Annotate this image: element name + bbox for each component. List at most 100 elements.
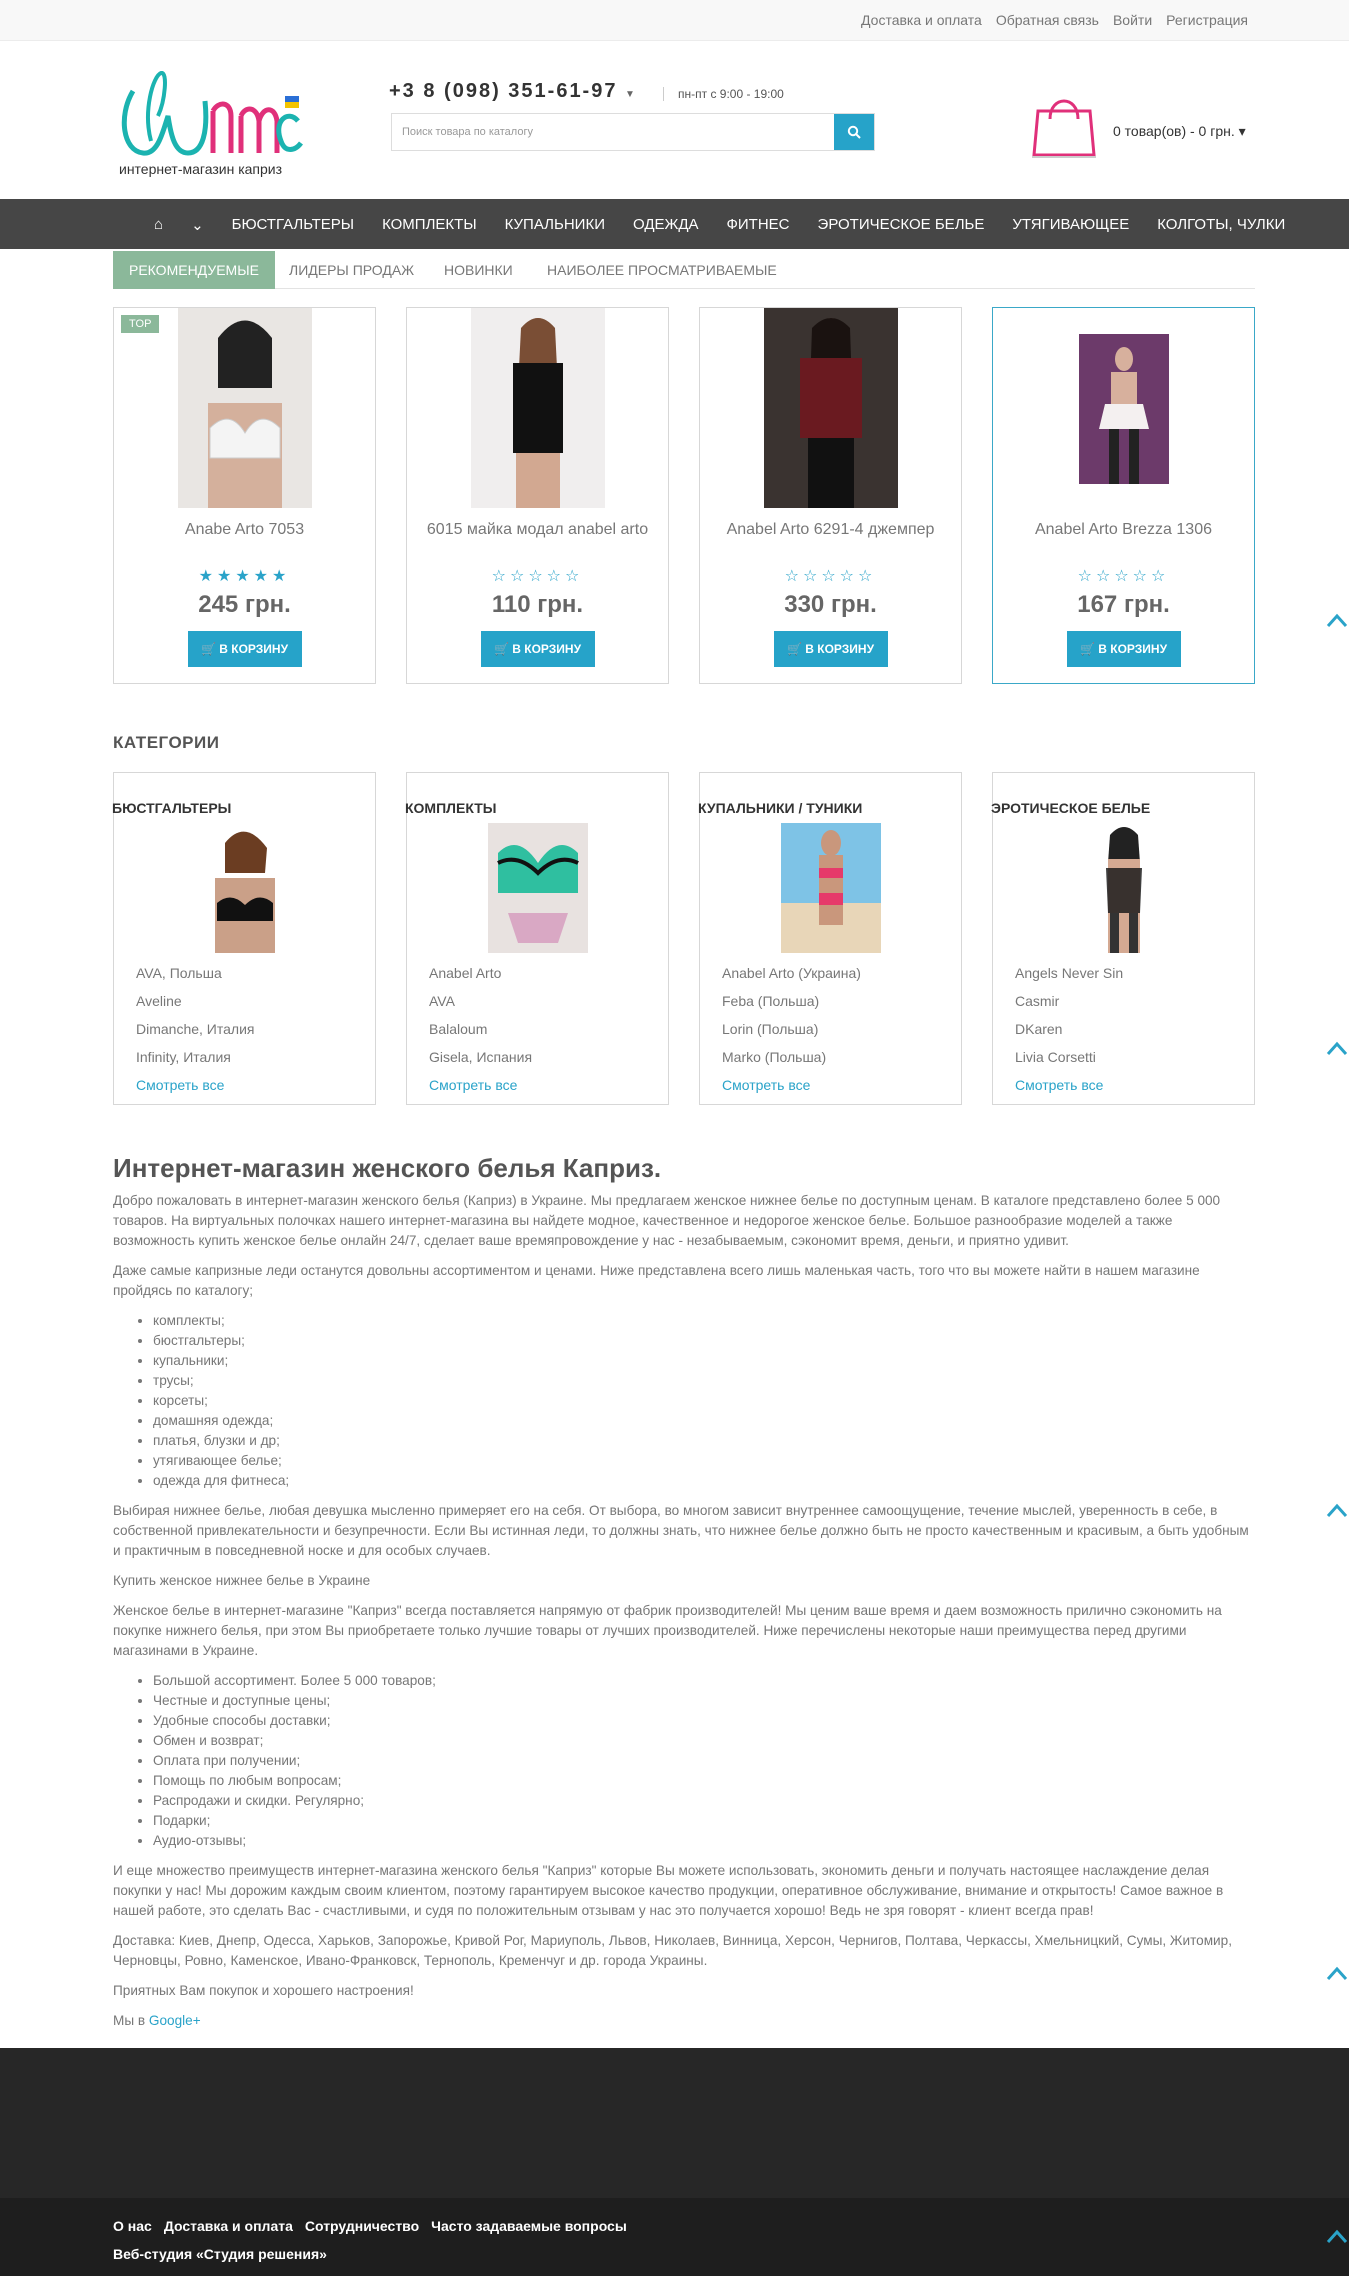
footer-link-delivery[interactable]: Доставка и оплата (164, 2218, 293, 2234)
category-title[interactable]: КУПАЛЬНИКИ / ТУНИКИ (698, 800, 862, 816)
top-link-feedback[interactable]: Обратная связь (996, 12, 1099, 28)
see-all-link[interactable]: Смотреть все (429, 1071, 532, 1099)
scroll-up-icon[interactable] (1326, 1502, 1348, 1518)
phone-number[interactable]: +3 8 (098) 351-61-97 ▼ (389, 80, 635, 103)
footer-link-faq[interactable]: Часто задаваемые вопросы (431, 2218, 627, 2234)
category-image[interactable] (195, 823, 295, 953)
see-all-link[interactable]: Смотреть все (1015, 1071, 1123, 1099)
product-card[interactable]: Anabel Arto Brezza 1306 ☆☆☆☆☆ 167 грн. 🛒… (992, 307, 1255, 684)
category-title[interactable]: БЮСТГАЛЬТЕРЫ (112, 800, 231, 816)
top-link-delivery[interactable]: Доставка и оплата (861, 12, 982, 28)
category-image[interactable] (1074, 823, 1174, 953)
footer-studio-link[interactable]: Веб-студия «Студия решения» (113, 2246, 327, 2262)
category-image[interactable] (781, 823, 881, 953)
list-item: трусы; (153, 1371, 1255, 1391)
tab-bestsellers[interactable]: ЛИДЕРЫ ПРОДАЖ (273, 251, 430, 289)
cart[interactable]: 0 товар(ов) - 0 грн. ▾ (1030, 93, 1250, 163)
nav-item-shapewear[interactable]: УТЯГИВАЮЩЕЕ (998, 216, 1143, 234)
top-link-login[interactable]: Войти (1113, 12, 1152, 28)
seo-paragraph: Приятных Вам покупок и хорошего настроен… (113, 1983, 414, 1998)
seo-list: комплекты; бюстгальтеры; купальники; тру… (153, 1311, 1255, 1491)
list-item: Обмен и возврат; (153, 1731, 1255, 1751)
logo[interactable]: интернет-магазин каприз (113, 71, 305, 181)
list-item: купальники; (153, 1351, 1255, 1371)
add-to-cart-button[interactable]: 🛒 В КОРЗИНУ (773, 631, 888, 667)
product-card[interactable]: Anabel Arto 6291-4 джемпер ☆☆☆☆☆ 330 грн… (699, 307, 962, 684)
scroll-up-icon[interactable] (1326, 1965, 1348, 1981)
category-image[interactable] (488, 823, 588, 953)
nav-item-erotic[interactable]: ЭРОТИЧЕСКОЕ БЕЛЬЕ (804, 216, 999, 234)
chevron-down-icon[interactable]: ⌄ (177, 216, 218, 234)
product-card[interactable]: TOP Anabe Arto 7053 ★★★★★ 245 грн. 🛒 В К… (113, 307, 376, 684)
seo-paragraph: Выбирая нижнее белье, любая девушка мысл… (113, 1503, 1249, 1558)
category-brand[interactable]: Casmir (1015, 987, 1123, 1015)
tab-recommended[interactable]: РЕКОМЕНДУЕМЫЕ (113, 251, 275, 289)
cart-icon: 🛒 (493, 642, 509, 656)
category-brand[interactable]: Balaloum (429, 1015, 532, 1043)
see-all-link[interactable]: Смотреть все (722, 1071, 861, 1099)
category-title[interactable]: КОМПЛЕКТЫ (405, 800, 496, 816)
category-brand[interactable]: Marko (Польша) (722, 1043, 861, 1071)
category-brand[interactable]: Gisela, Испания (429, 1043, 532, 1071)
footer-link-cooperation[interactable]: Сотрудничество (305, 2218, 419, 2234)
category-brand[interactable]: Feba (Польша) (722, 987, 861, 1015)
add-to-cart-button[interactable]: 🛒 В КОРЗИНУ (480, 631, 595, 667)
see-all-link[interactable]: Смотреть все (136, 1071, 254, 1099)
nav-item-sets[interactable]: КОМПЛЕКТЫ (368, 216, 491, 234)
category-brand[interactable]: AVA, Польша (136, 959, 254, 987)
rating-stars-icon: ☆☆☆☆☆ (1077, 568, 1170, 585)
search-button[interactable] (834, 114, 874, 150)
google-plus-link[interactable]: Google+ (149, 2013, 201, 2028)
search-input[interactable]: Поиск товара по каталогу (392, 114, 834, 150)
category-brand[interactable]: Dimanche, Италия (136, 1015, 254, 1043)
list-item: платья, блузки и др; (153, 1431, 1255, 1451)
product-name[interactable]: Anabel Arto Brezza 1306 (993, 521, 1254, 539)
search-bar: Поиск товара по каталогу (391, 113, 875, 151)
seo-paragraph: Мы в Google+ (113, 2011, 1255, 2031)
category-title[interactable]: ЭРОТИЧЕСКОЕ БЕЛЬЕ (991, 800, 1150, 816)
phone-number-text: +3 8 (098) 351-61-97 (389, 80, 618, 102)
product-tabs: РЕКОМЕНДУЕМЫЕ ЛИДЕРЫ ПРОДАЖ НОВИНКИ НАИБ… (113, 251, 1255, 289)
tab-most-viewed[interactable]: НАИБОЛЕЕ ПРОСМАТРИВАЕМЫЕ (531, 251, 793, 289)
tab-new[interactable]: НОВИНКИ (428, 251, 529, 289)
footer-bottom: О нас Доставка и оплата Сотрудничество Ч… (0, 2198, 1349, 2276)
add-to-cart-button[interactable]: 🛒 В КОРЗИНУ (1066, 631, 1181, 667)
list-item: утягивающее белье; (153, 1451, 1255, 1471)
category-brand[interactable]: Angels Never Sin (1015, 959, 1123, 987)
top-bar: Доставка и оплата Обратная связь Войти Р… (0, 0, 1349, 41)
nav-item-swimwear[interactable]: КУПАЛЬНИКИ (491, 216, 619, 234)
category-card: БЮСТГАЛЬТЕРЫ AVA, Польша Aveline Dimanch… (112, 772, 376, 1105)
list-item: Оплата при получении; (153, 1751, 1255, 1771)
add-to-cart-label: В КОРЗИНУ (805, 642, 875, 656)
scroll-up-icon[interactable] (1326, 1040, 1348, 1056)
list-item: бюстгальтеры; (153, 1331, 1255, 1351)
cart-icon: 🛒 (1079, 642, 1095, 656)
category-brand[interactable]: Anabel Arto (Украина) (722, 959, 861, 987)
product-name[interactable]: Anabel Arto 6291-4 джемпер (700, 521, 961, 539)
nav-item-bras[interactable]: БЮСТГАЛЬТЕРЫ (218, 216, 368, 234)
category-brand[interactable]: Aveline (136, 987, 254, 1015)
nav-item-tights[interactable]: КОЛГОТЫ, ЧУЛКИ (1143, 216, 1299, 234)
rating-stars-icon: ☆☆☆☆☆ (491, 568, 584, 585)
rating-stars-icon: ☆☆☆☆☆ (784, 568, 877, 585)
category-brand[interactable]: Lorin (Польша) (722, 1015, 861, 1043)
product-card[interactable]: 6015 майка модал anabel arto ☆☆☆☆☆ 110 г… (406, 307, 669, 684)
top-link-register[interactable]: Регистрация (1166, 12, 1248, 28)
product-name[interactable]: 6015 майка модал anabel arto (407, 521, 668, 539)
home-icon[interactable]: ⌂ (140, 216, 177, 234)
category-brand[interactable]: AVA (429, 987, 532, 1015)
add-to-cart-button[interactable]: 🛒 В КОРЗИНУ (187, 631, 302, 667)
category-brand[interactable]: Anabel Arto (429, 959, 532, 987)
product-name[interactable]: Anabe Arto 7053 (114, 521, 375, 539)
category-brand[interactable]: Infinity, Италия (136, 1043, 254, 1071)
scroll-up-icon[interactable] (1326, 612, 1348, 628)
caret-down-icon: ▼ (625, 89, 635, 100)
footer-link-about[interactable]: О нас (113, 2218, 152, 2234)
seo-paragraph: Доставка: Киев, Днепр, Одесса, Харьков, … (113, 1933, 1232, 1968)
category-brand[interactable]: DKaren (1015, 1015, 1123, 1043)
nav-item-fitness[interactable]: ФИТНЕС (713, 216, 804, 234)
scroll-up-icon[interactable] (1326, 2228, 1348, 2244)
list-item: Помощь по любым вопросам; (153, 1771, 1255, 1791)
nav-item-clothing[interactable]: ОДЕЖДА (619, 216, 713, 234)
category-brand[interactable]: Livia Corsetti (1015, 1043, 1123, 1071)
